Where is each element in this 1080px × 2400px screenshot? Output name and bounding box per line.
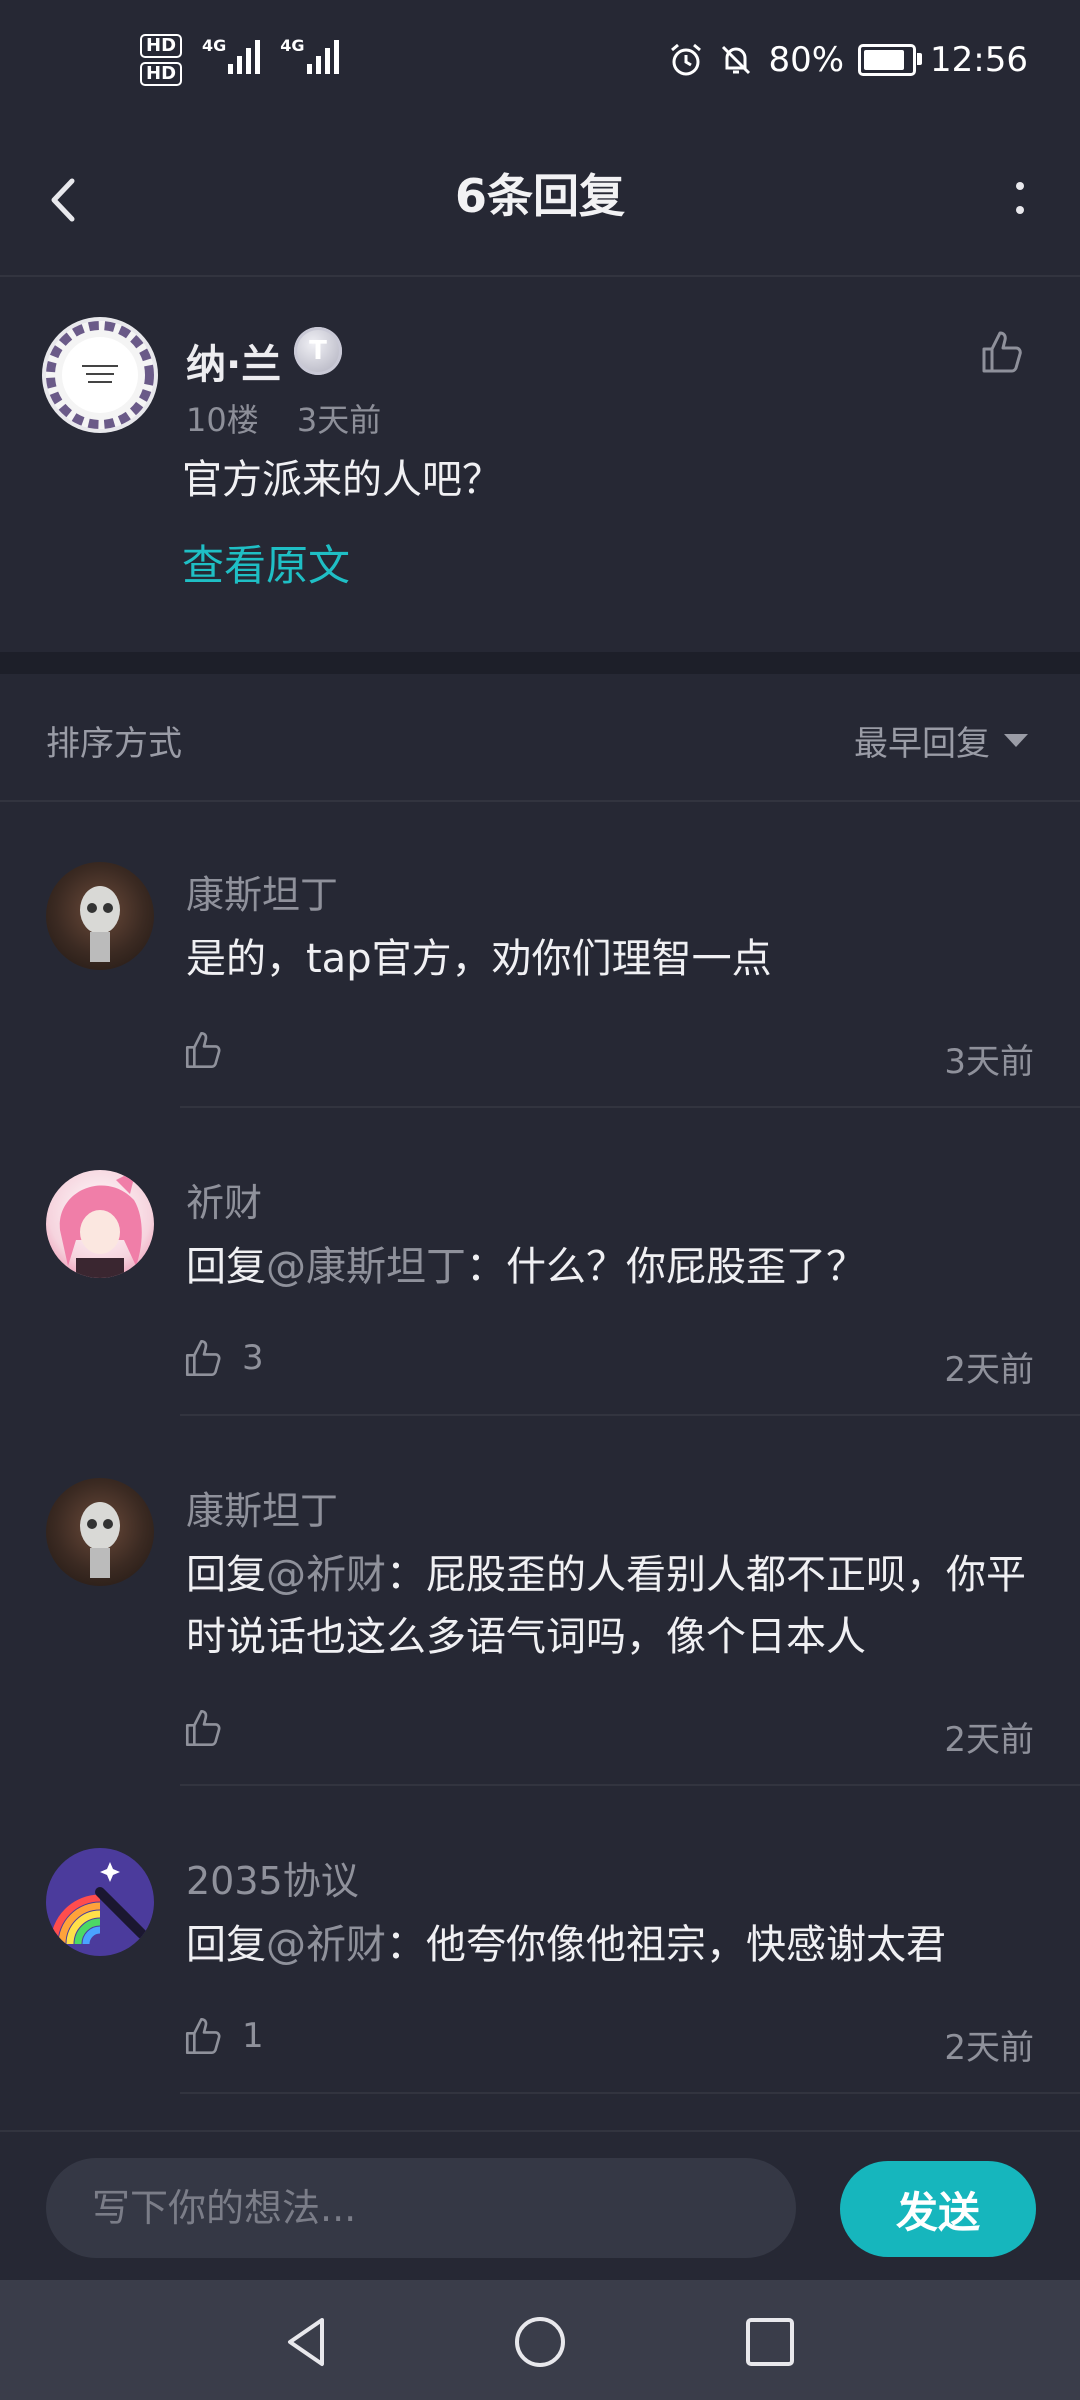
- reply-time: 3天前: [944, 1042, 1034, 1082]
- thumbs-up-icon[interactable]: [978, 327, 1028, 377]
- nav-recents-icon[interactable]: [738, 2310, 802, 2374]
- reply-body: ：什么？你屁股歪了？: [466, 1244, 866, 1290]
- reply-time: 2天前: [944, 1350, 1034, 1390]
- reply-text: 回复@祈财：屁股歪的人看别人都不正呗，你平时说话也这么多语气词吗，像个日本人: [186, 1544, 1046, 1668]
- sort-label: 排序方式: [46, 724, 182, 764]
- list-item: 祈财 回复@康斯坦丁：什么？你屁股歪了？ 3 2天前: [0, 1108, 1080, 1416]
- avatar[interactable]: [46, 862, 154, 970]
- list-item: 康斯坦丁 是的，tap官方，劝你们理智一点 3天前: [0, 800, 1080, 1108]
- view-original-link[interactable]: 查看原文: [182, 532, 350, 593]
- signal-1-icon: 4G: [202, 34, 261, 74]
- hd-2-label: HD: [140, 62, 183, 86]
- top-app-bar: 6条回复: [0, 130, 1080, 277]
- signal-area: HD HD 4G 4G: [140, 34, 339, 86]
- network-2-label: 4G: [280, 36, 305, 55]
- thumbs-up-icon: [185, 1709, 221, 1747]
- mention-link[interactable]: @康斯坦丁: [266, 1244, 466, 1290]
- reply-time: 2天前: [944, 1720, 1034, 1760]
- sort-dropdown[interactable]: 最早回复: [854, 716, 1028, 765]
- reply-text: 回复@祈财：他夸你像他祖宗，快感谢太君: [186, 1914, 1046, 1976]
- list-item: 2035协议 回复@祈财：他夸你像他祖宗，快感谢太君 1 2天前: [0, 1786, 1080, 2094]
- more-vertical-icon[interactable]: [1000, 170, 1040, 230]
- avatar[interactable]: [46, 1478, 154, 1586]
- clock: 12:56: [930, 40, 1028, 80]
- like-button[interactable]: [182, 1028, 242, 1072]
- thumbs-up-icon: [185, 1031, 221, 1069]
- reply-prefix: 回复: [186, 1922, 266, 1968]
- like-button[interactable]: 3: [182, 1336, 264, 1380]
- reply-prefix: 回复: [186, 1244, 266, 1290]
- like-button[interactable]: 1: [182, 2014, 264, 2058]
- post-meta: 10楼 3天前: [186, 395, 381, 441]
- avatar[interactable]: [46, 1848, 154, 1956]
- mention-link[interactable]: @祈财: [266, 1552, 386, 1598]
- comment-composer: 发送: [0, 2130, 1080, 2282]
- nav-back-icon[interactable]: [276, 2310, 340, 2374]
- status-bar: HD HD 4G 4G 80% 12:56: [0, 0, 1080, 130]
- battery-icon: [858, 44, 923, 76]
- send-button[interactable]: 发送: [840, 2161, 1036, 2257]
- reply-body: 是的，tap官方，劝你们理智一点: [186, 936, 772, 982]
- reply-body: ：他夸你像他祖宗，快感谢太君: [386, 1922, 946, 1968]
- like-count: 1: [242, 2016, 264, 2056]
- reply-prefix: 回复: [186, 1552, 266, 1598]
- nav-home-icon[interactable]: [508, 2310, 572, 2374]
- mention-link[interactable]: @祈财: [266, 1922, 386, 1968]
- reply-author[interactable]: 康斯坦丁: [186, 864, 338, 919]
- avatar[interactable]: [46, 321, 154, 429]
- page-title: 6条回复: [454, 169, 625, 223]
- comment-input[interactable]: [46, 2158, 796, 2258]
- comment-text: 官方派来的人吧？: [182, 457, 502, 503]
- reply-time: 2天前: [944, 2028, 1034, 2068]
- hd-indicators: HD HD: [140, 34, 183, 86]
- floor-number: 10楼: [186, 401, 259, 439]
- battery-percent: 80%: [768, 40, 845, 80]
- divider: [180, 2092, 1080, 2094]
- signal-2-icon: 4G: [280, 34, 339, 74]
- network-1-label: 4G: [202, 36, 227, 55]
- sort-selected-label: 最早回复: [854, 724, 990, 764]
- sort-bar: 排序方式 最早回复: [0, 674, 1080, 802]
- list-item: 康斯坦丁 回复@祈财：屁股歪的人看别人都不正呗，你平时说话也这么多语气词吗，像个…: [0, 1416, 1080, 1786]
- caret-down-icon: [1004, 734, 1028, 747]
- post-time: 3天前: [296, 401, 382, 439]
- author-name[interactable]: 纳·兰: [186, 332, 281, 390]
- hd-1-label: HD: [140, 34, 183, 58]
- thumbs-up-icon: [185, 1339, 221, 1377]
- reply-author[interactable]: 2035协议: [186, 1850, 359, 1905]
- level-badge: T: [294, 327, 342, 375]
- thumbs-up-icon: [185, 2017, 221, 2055]
- like-button[interactable]: [182, 1706, 242, 1750]
- reply-text: 回复@康斯坦丁：什么？你屁股歪了？: [186, 1236, 1046, 1298]
- alarm-icon: [671, 43, 702, 76]
- reply-author[interactable]: 祈财: [186, 1172, 262, 1227]
- avatar[interactable]: [46, 1170, 154, 1278]
- like-count: 3: [242, 1338, 264, 1378]
- system-nav-bar: [0, 2280, 1080, 2400]
- reply-author[interactable]: 康斯坦丁: [186, 1480, 338, 1535]
- status-right: 80% 12:56: [668, 40, 1028, 80]
- reply-text: 是的，tap官方，劝你们理智一点: [186, 928, 1046, 990]
- section-divider: [0, 652, 1080, 674]
- mute-icon: [722, 45, 751, 75]
- original-comment: 纳·兰 T 10楼 3天前 官方派来的人吧？ 查看原文: [0, 277, 1080, 652]
